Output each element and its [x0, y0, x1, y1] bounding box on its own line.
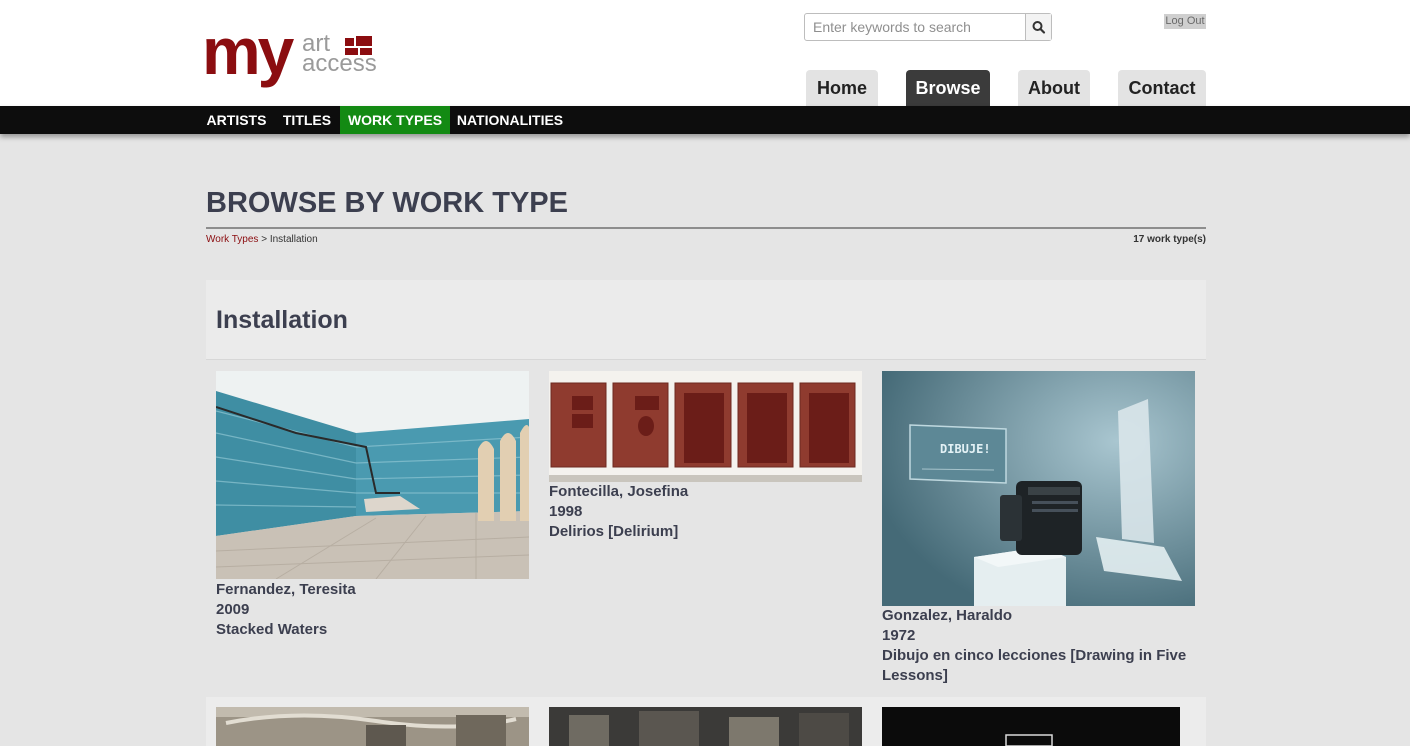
title-divider	[206, 227, 1206, 229]
site-header: my art access Log Out Home Browse About …	[0, 0, 1410, 106]
category-work-types[interactable]: WORK TYPES	[340, 106, 450, 134]
work-artist[interactable]: Gonzalez, Haraldo	[882, 606, 1195, 626]
work-thumbnail[interactable]	[549, 707, 862, 746]
breadcrumb: Work Types > Installation	[206, 234, 318, 246]
category-bar: ARTISTS TITLES WORK TYPES NATIONALITIES	[0, 106, 1410, 134]
work-year: 2009	[216, 601, 250, 618]
work-year: 1998	[549, 503, 583, 520]
section-header: Installation	[206, 280, 1206, 360]
work-thumbnail[interactable]	[216, 707, 529, 746]
work-thumbnail-stacked-waters[interactable]	[216, 371, 529, 579]
nav-tab-browse[interactable]: Browse	[906, 70, 990, 106]
work-title[interactable]: Delirios [Delirium]	[549, 522, 862, 542]
installation-photo	[549, 707, 862, 746]
work-caption: Fontecilla, Josefina 1998 Delirios [Deli…	[549, 482, 862, 542]
work-year: 1972	[882, 627, 916, 644]
installation-photo	[216, 707, 529, 746]
breadcrumb-current: Installation	[269, 234, 318, 245]
work-caption: Fernandez, Teresita 2009 Stacked Waters	[216, 580, 529, 640]
logo-my-text: my	[202, 14, 294, 88]
logout-button[interactable]: Log Out	[1164, 14, 1206, 29]
nav-tab-contact[interactable]: Contact	[1118, 70, 1206, 106]
installation-photo-dibujo: DIBUJE!	[882, 371, 1195, 606]
site-logo[interactable]: my art access	[202, 16, 382, 90]
nav-tab-about[interactable]: About	[1018, 70, 1090, 106]
work-caption: Gonzalez, Haraldo 1972 Dibujo en cinco l…	[882, 606, 1195, 686]
logo-squares-icon	[345, 36, 373, 55]
work-title[interactable]: Stacked Waters	[216, 620, 529, 640]
breadcrumb-separator: >	[261, 234, 268, 245]
breadcrumb-link-work-types[interactable]: Work Types	[206, 234, 258, 245]
work-title[interactable]: Dibujo en cinco lecciones [Drawing in Fi…	[882, 646, 1195, 686]
search-button[interactable]	[1025, 14, 1051, 40]
category-titles[interactable]: TITLES	[276, 106, 338, 134]
work-artist[interactable]: Fontecilla, Josefina	[549, 482, 862, 502]
category-artists[interactable]: ARTISTS	[200, 106, 273, 134]
work-thumbnail-dibujo[interactable]: DIBUJE!	[882, 371, 1195, 606]
installation-photo-delirios	[549, 371, 862, 482]
work-artist[interactable]: Fernandez, Teresita	[216, 580, 529, 600]
search-icon	[1032, 21, 1046, 34]
logo-access-text: access	[302, 50, 377, 77]
search-input[interactable]	[805, 14, 1027, 40]
category-nationalities[interactable]: NATIONALITIES	[452, 106, 568, 134]
section-title: Installation	[216, 306, 348, 334]
work-type-count: 17 work type(s)	[1133, 234, 1206, 245]
nav-tab-home[interactable]: Home	[806, 70, 878, 106]
installation-photo-stacked-waters	[216, 371, 529, 579]
work-thumbnail[interactable]	[882, 707, 1180, 746]
page-title: BROWSE BY WORK TYPE	[206, 187, 568, 219]
installation-photo	[882, 707, 1180, 746]
search-box	[804, 13, 1052, 41]
work-thumbnail-delirios[interactable]	[549, 371, 862, 482]
projected-text: DIBUJE!	[940, 442, 991, 456]
